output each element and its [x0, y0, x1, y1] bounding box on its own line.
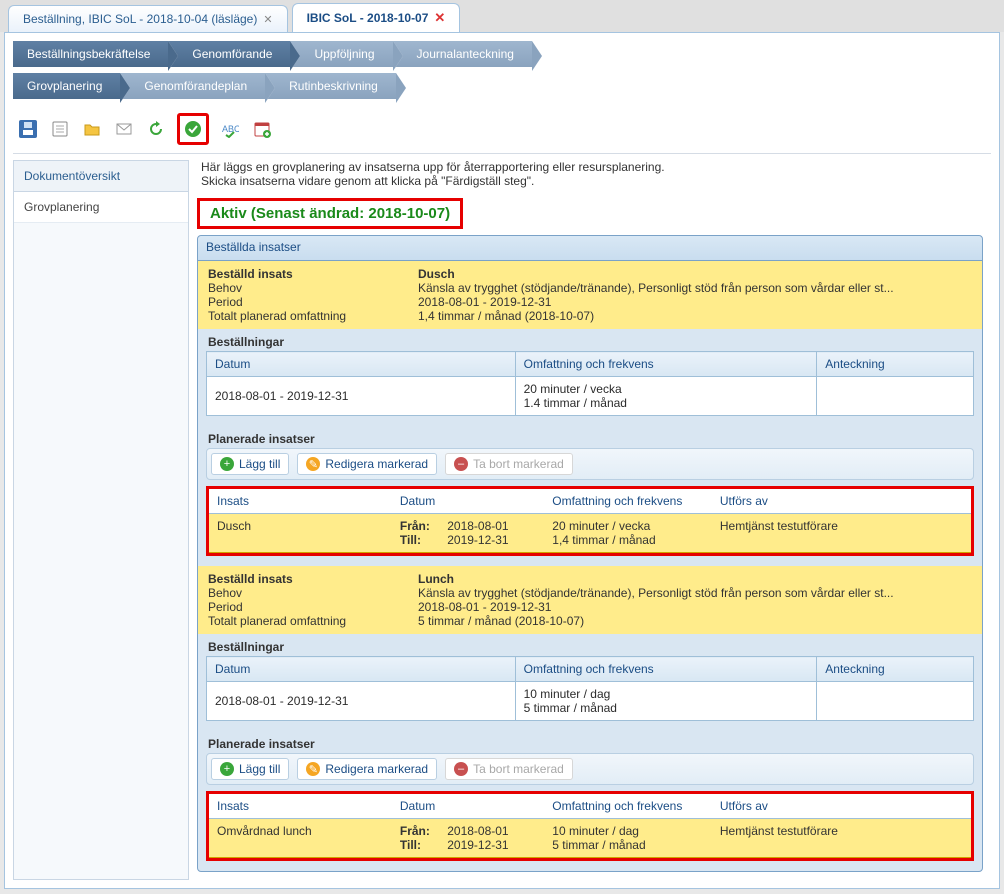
col-datum[interactable]: Datum — [207, 352, 516, 377]
check-icon[interactable] — [182, 118, 204, 140]
panel-title: Beställda insatser — [198, 236, 982, 261]
instructions: Här läggs en grovplanering av insatserna… — [197, 160, 983, 188]
panel-bestallda-insatser: Beställda insatser Beställd insatsDusch … — [197, 235, 983, 872]
crumb-grovplanering[interactable]: Grovplanering — [13, 73, 120, 99]
content-area: Här läggs en grovplanering av insatserna… — [189, 160, 991, 880]
col-anteckning[interactable]: Anteckning — [817, 657, 974, 682]
order-block-lunch: Beställd insatsLunch BehovKänsla av tryg… — [198, 566, 982, 634]
crumb-genomforande[interactable]: Genomförande — [168, 41, 290, 67]
refresh-icon[interactable] — [145, 118, 167, 140]
delete-button: –Ta bort markerad — [445, 453, 573, 475]
sub-bestallningar-1: Beställningar — [198, 329, 982, 351]
table-row[interactable]: 2018-08-01 - 2019-12-31 20 minuter / vec… — [207, 377, 974, 416]
folder-icon[interactable] — [81, 118, 103, 140]
minus-icon: – — [454, 762, 468, 776]
calendar-add-icon[interactable] — [251, 118, 273, 140]
order-block-dusch: Beställd insatsDusch BehovKänsla av tryg… — [198, 261, 982, 329]
spellcheck-icon[interactable]: ABC — [219, 118, 241, 140]
sub-planerade-1: Planerade insatser — [198, 426, 982, 448]
action-bar-1: +Lägg till ✎Redigera markerad –Ta bort m… — [206, 448, 974, 480]
sidebar-header: Dokumentöversikt — [14, 161, 188, 192]
page-tab-inactive-label: Beställning, IBIC SoL - 2018-10-04 (läsl… — [23, 12, 257, 26]
mail-icon[interactable] — [113, 118, 135, 140]
table-planerade-1: Insats Datum Omfattning och frekvens Utf… — [209, 489, 971, 553]
col-omf[interactable]: Omfattning och frekvens — [515, 657, 817, 682]
breadcrumb-sub: Grovplanering Genomförandeplan Rutinbesk… — [13, 73, 991, 99]
breadcrumb-top: Beställningsbekräftelse Genomförande Upp… — [13, 41, 991, 67]
page-tab-active[interactable]: IBIC SoL - 2018-10-07 ✕ — [292, 3, 461, 32]
col-omf[interactable]: Omfattning och frekvens — [515, 352, 817, 377]
save-icon[interactable] — [17, 118, 39, 140]
col-anteckning[interactable]: Anteckning — [817, 352, 974, 377]
page-tab-active-label: IBIC SoL - 2018-10-07 — [307, 11, 429, 25]
col-omf[interactable]: Omfattning och frekvens — [544, 794, 712, 819]
sidebar: Dokumentöversikt Grovplanering — [13, 160, 189, 880]
crumb-rutinbeskrivning[interactable]: Rutinbeskrivning — [265, 73, 396, 99]
table-row[interactable]: Omvårdnad lunch Från: 2018-08-01 Till: 2… — [209, 819, 971, 858]
complete-step-highlight — [177, 113, 209, 145]
sub-planerade-2: Planerade insatser — [198, 731, 982, 753]
action-bar-2: +Lägg till ✎Redigera markerad –Ta bort m… — [206, 753, 974, 785]
plan-highlight-2: Insats Datum Omfattning och frekvens Utf… — [206, 791, 974, 861]
table-bestallningar-1: Datum Omfattning och frekvens Anteckning… — [206, 351, 974, 416]
delete-button: –Ta bort markerad — [445, 758, 573, 780]
col-datum[interactable]: Datum — [207, 657, 516, 682]
add-button[interactable]: +Lägg till — [211, 453, 289, 475]
table-planerade-2: Insats Datum Omfattning och frekvens Utf… — [209, 794, 971, 858]
plus-icon: + — [220, 762, 234, 776]
col-insats[interactable]: Insats — [209, 794, 392, 819]
page-tabs: Beställning, IBIC SoL - 2018-10-04 (läsl… — [0, 0, 1004, 32]
table-row[interactable]: 2018-08-01 - 2019-12-31 10 minuter / dag… — [207, 682, 974, 721]
svg-text:ABC: ABC — [222, 124, 239, 134]
col-datum[interactable]: Datum — [392, 794, 544, 819]
crumb-bestallningsbekraftelse[interactable]: Beställningsbekräftelse — [13, 41, 168, 67]
crumb-genomforandeplan[interactable]: Genomförandeplan — [120, 73, 265, 99]
close-icon[interactable]: ✕ — [263, 13, 272, 26]
page-tab-inactive[interactable]: Beställning, IBIC SoL - 2018-10-04 (läsl… — [8, 5, 288, 32]
crumb-uppfoljning[interactable]: Uppföljning — [290, 41, 392, 67]
col-insats[interactable]: Insats — [209, 489, 392, 514]
edit-button[interactable]: ✎Redigera markerad — [297, 758, 437, 780]
table-bestallningar-2: Datum Omfattning och frekvens Anteckning… — [206, 656, 974, 721]
sidebar-item-grovplanering[interactable]: Grovplanering — [14, 192, 188, 223]
edit-button[interactable]: ✎Redigera markerad — [297, 453, 437, 475]
notes-icon[interactable] — [49, 118, 71, 140]
col-datum[interactable]: Datum — [392, 489, 544, 514]
main-panel: Beställningsbekräftelse Genomförande Upp… — [4, 32, 1000, 889]
plus-icon: + — [220, 457, 234, 471]
col-utfors[interactable]: Utförs av — [712, 489, 910, 514]
crumb-journalanteckning[interactable]: Journalanteckning — [393, 41, 532, 67]
pencil-icon: ✎ — [306, 762, 320, 776]
add-button[interactable]: +Lägg till — [211, 758, 289, 780]
minus-icon: – — [454, 457, 468, 471]
sub-bestallningar-2: Beställningar — [198, 634, 982, 656]
table-row[interactable]: Dusch Från: 2018-08-01 Till: 2019-12-31 … — [209, 514, 971, 553]
col-utfors[interactable]: Utförs av — [712, 794, 910, 819]
pencil-icon: ✎ — [306, 457, 320, 471]
col-omf[interactable]: Omfattning och frekvens — [544, 489, 712, 514]
close-icon[interactable]: ✕ — [434, 10, 445, 26]
toolbar: ABC — [13, 105, 991, 154]
status-active: Aktiv (Senast ändrad: 2018-10-07) — [197, 198, 463, 229]
plan-highlight-1: Insats Datum Omfattning och frekvens Utf… — [206, 486, 974, 556]
